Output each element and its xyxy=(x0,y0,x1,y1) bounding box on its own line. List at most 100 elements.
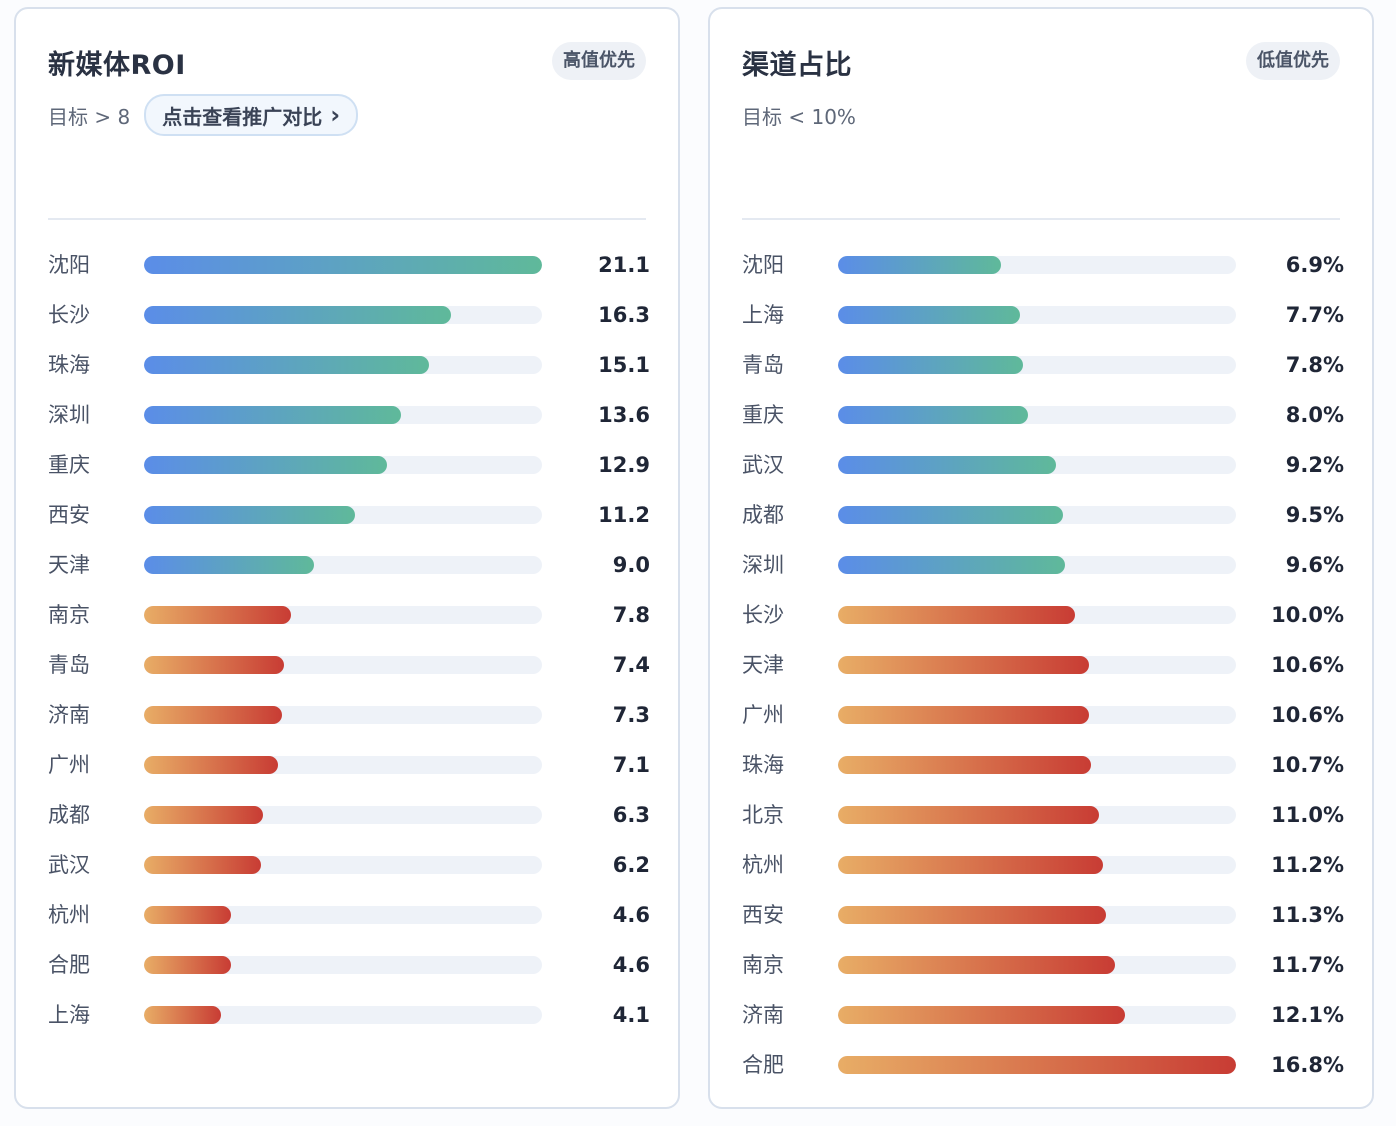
category-label: 长沙 xyxy=(742,603,784,627)
category-label: 南京 xyxy=(742,953,784,977)
share-card-title: 渠道占比 xyxy=(742,50,852,81)
bar-track xyxy=(144,506,542,524)
value-label: 7.8% xyxy=(1285,353,1344,377)
bar xyxy=(838,656,1089,674)
bar-row: 西安 11.2 xyxy=(48,490,650,540)
value-label: 7.8 xyxy=(612,603,650,627)
category-label: 上海 xyxy=(48,1003,90,1027)
bar-row: 广州 7.1 xyxy=(48,740,650,790)
value-label: 9.0 xyxy=(612,553,650,577)
bar-row: 深圳 9.6% xyxy=(742,540,1344,590)
category-label: 沈阳 xyxy=(48,253,90,277)
bar-track xyxy=(838,556,1236,574)
value-label: 6.9% xyxy=(1285,253,1344,277)
value-label: 11.0% xyxy=(1271,803,1344,827)
bar-row: 珠海 10.7% xyxy=(742,740,1344,790)
compare-promotion-label: 点击查看推广对比 xyxy=(162,104,323,129)
bar-row: 成都 6.3 xyxy=(48,790,650,840)
bar xyxy=(144,656,284,674)
bar-row: 天津 10.6% xyxy=(742,640,1344,690)
category-label: 重庆 xyxy=(742,403,784,427)
bar-track xyxy=(144,806,542,824)
bar-row: 武汉 9.2% xyxy=(742,440,1344,490)
category-label: 上海 xyxy=(742,303,784,327)
value-label: 4.1 xyxy=(612,1003,650,1027)
bar-track xyxy=(144,956,542,974)
category-label: 成都 xyxy=(48,803,90,827)
bar-track xyxy=(144,306,542,324)
bar xyxy=(838,406,1028,424)
bar-track xyxy=(144,406,542,424)
value-label: 4.6 xyxy=(612,953,650,977)
bar-track xyxy=(144,256,542,274)
value-label: 11.2 xyxy=(598,503,650,527)
bar-track xyxy=(838,306,1236,324)
bar xyxy=(838,856,1103,874)
bar-track xyxy=(838,506,1236,524)
bar xyxy=(838,1056,1236,1074)
bar xyxy=(838,506,1063,524)
bar-row: 南京 7.8 xyxy=(48,590,650,640)
bar-track xyxy=(144,456,542,474)
value-label: 6.3 xyxy=(612,803,650,827)
bar-row: 广州 10.6% xyxy=(742,690,1344,740)
bar xyxy=(144,256,542,274)
bar-row: 长沙 16.3 xyxy=(48,290,650,340)
category-label: 成都 xyxy=(742,503,784,527)
share-divider xyxy=(742,218,1340,220)
value-label: 12.1% xyxy=(1271,1003,1344,1027)
bar-track xyxy=(144,606,542,624)
value-label: 10.7% xyxy=(1271,753,1344,777)
bar-row: 上海 7.7% xyxy=(742,290,1344,340)
value-label: 21.1 xyxy=(598,253,650,277)
bar-row: 杭州 4.6 xyxy=(48,890,650,940)
bar-track xyxy=(838,756,1236,774)
bar xyxy=(838,806,1099,824)
bar-track xyxy=(838,656,1236,674)
value-label: 13.6 xyxy=(598,403,650,427)
category-label: 珠海 xyxy=(48,353,90,377)
share-priority-badge: 低值优先 xyxy=(1246,42,1340,80)
bar-track xyxy=(838,806,1236,824)
share-target-text: 目标 < 10% xyxy=(742,104,856,129)
category-label: 青岛 xyxy=(742,353,784,377)
value-label: 7.3 xyxy=(612,703,650,727)
bar xyxy=(144,306,451,324)
bar xyxy=(144,706,282,724)
compare-promotion-button[interactable]: 点击查看推广对比 › xyxy=(144,94,359,136)
bar xyxy=(144,406,401,424)
category-label: 青岛 xyxy=(48,653,90,677)
bar xyxy=(144,806,263,824)
chevron-right-icon: › xyxy=(330,101,341,129)
bar xyxy=(838,956,1115,974)
bar xyxy=(838,756,1091,774)
category-label: 武汉 xyxy=(48,853,90,877)
roi-divider xyxy=(48,218,646,220)
bar-track xyxy=(838,906,1236,924)
bar xyxy=(144,1006,221,1024)
bar xyxy=(144,856,261,874)
roi-bar-list: 沈阳 21.1 长沙 16.3 珠海 15.1 深圳 13.6 重庆 12.9 西安 11.2 天津 9.… xyxy=(48,240,650,1040)
category-label: 北京 xyxy=(742,803,784,827)
bar-row: 济南 7.3 xyxy=(48,690,650,740)
category-label: 济南 xyxy=(742,1003,784,1027)
bar-track xyxy=(144,1006,542,1024)
value-label: 15.1 xyxy=(598,353,650,377)
category-label: 沈阳 xyxy=(742,253,784,277)
value-label: 16.3 xyxy=(598,303,650,327)
bar-row: 青岛 7.4 xyxy=(48,640,650,690)
bar-row: 深圳 13.6 xyxy=(48,390,650,440)
value-label: 11.2% xyxy=(1271,853,1344,877)
bar-track xyxy=(838,856,1236,874)
category-label: 武汉 xyxy=(742,453,784,477)
bar xyxy=(838,906,1106,924)
bar xyxy=(838,1006,1125,1024)
roi-card-title: 新媒体ROI xyxy=(48,50,186,81)
bar-track xyxy=(144,656,542,674)
value-label: 10.0% xyxy=(1271,603,1344,627)
value-label: 10.6% xyxy=(1271,703,1344,727)
bar-track xyxy=(838,456,1236,474)
bar xyxy=(144,606,291,624)
bar-row: 济南 12.1% xyxy=(742,990,1344,1040)
bar-track xyxy=(838,1056,1236,1074)
